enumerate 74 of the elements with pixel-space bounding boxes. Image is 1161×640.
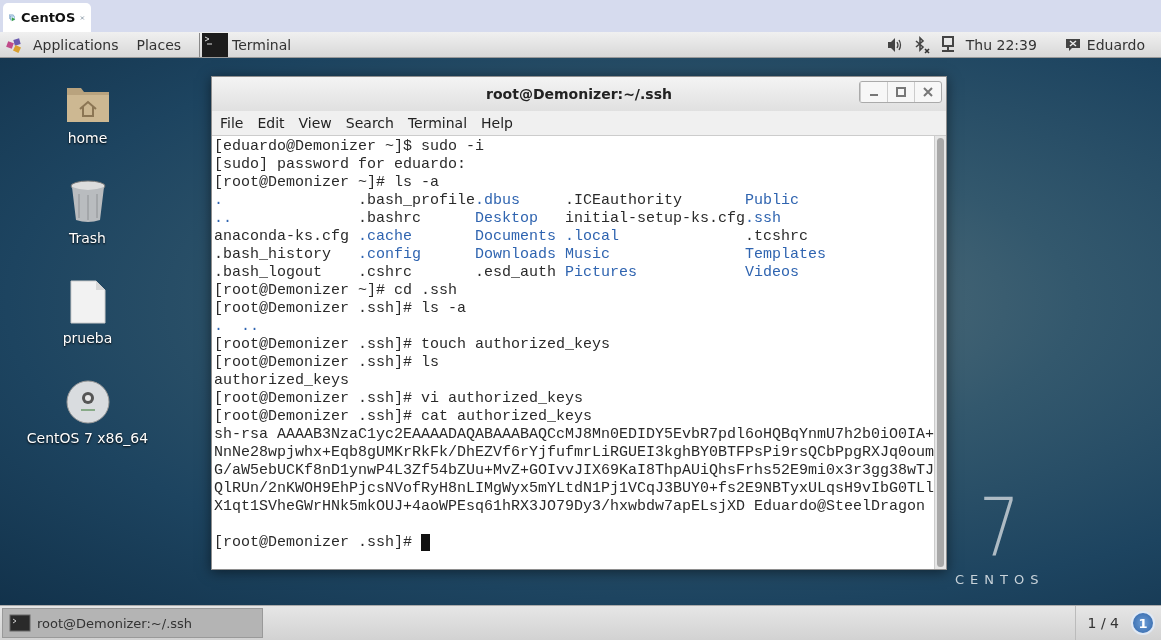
terminal-line: [eduardo@Demonizer ~]$ sudo -i [214, 138, 485, 155]
terminal-line: [root@Demonizer ~]# cd .ssh [214, 282, 458, 299]
terminal-line: [root@Demonizer .ssh]# vi authorized_keys [214, 390, 584, 407]
window-list-button[interactable]: Terminal [199, 32, 292, 57]
directory-name: Videos [745, 264, 801, 282]
logo-wordmark: CENTOS [955, 572, 1045, 587]
window-title: root@Demonizer:~/.ssh [486, 86, 672, 102]
user-menu[interactable]: Eduardo [1086, 36, 1145, 53]
scrollbar[interactable] [934, 136, 946, 569]
menu-item[interactable]: Edit [257, 115, 285, 131]
terminal-line: QlRUn/2nKWOH9EhPjcsNVofRyH8nLIMgWyx5mYLtdN1Pj1VCqJ3BUY0+fs2E9NBTyxULqsH9vIbG0TLl [214, 480, 935, 497]
file-name: .bash_history [214, 246, 333, 264]
trash-can-icon[interactable] [68, 180, 107, 224]
file-name: .cshrc [358, 264, 414, 282]
terminal-line: sh-rsa AAAAB3NzaC1yc2EAAAADAQABAAABAQCcMJ8Mn0EDIDY5EvbR7pdl6oHQBqYnmU7h2b0iO0IA+ [214, 426, 935, 443]
taskbar-button[interactable]: root@Demonizer:~/.ssh [2, 608, 263, 638]
terminal-line: [sudo] password for eduardo: [214, 156, 467, 173]
menu-item[interactable]: View [298, 115, 332, 131]
file-name: .bash_profile [358, 192, 476, 210]
menu-item[interactable]: Help [481, 115, 513, 131]
icon-label[interactable]: prueba [62, 330, 113, 346]
menu-item[interactable]: Terminal [407, 115, 468, 131]
terminal-line: G/aW5ebUCKf8nD1ynwP4L3Zf54bZUu+MvZ+GOIvvJIX69KaI8ThpAUiQhsFrhs52E9mi0x3r3gg38wTJ [214, 462, 935, 479]
directory-name: Desktop [475, 210, 540, 228]
directory-name: Public [745, 192, 801, 210]
vm-tab[interactable]: CentOS [3, 3, 91, 32]
menu-item[interactable]: Search [345, 115, 394, 131]
bluetooth-icon[interactable] [913, 35, 930, 54]
directory-name: .config [358, 246, 423, 264]
file-name: .bashrc [358, 210, 423, 228]
directory-name: .local [565, 228, 621, 246]
file-name: anaconda-ks.cfg [214, 228, 351, 246]
file-name: .esd_auth [475, 264, 558, 282]
file-name: .bash_logout [214, 264, 324, 282]
terminal-line: NnNe28wpjwhx+Eqb8gUMKrRkFk/DhEZVf6rYjfufmrLiRGUEI3kghBY0BTFPsPi9rsQCbPpgRXJq0oum [214, 444, 935, 461]
terminal-line: [root@Demonizer ~]# ls -a [214, 174, 440, 191]
directory-name: . .. [214, 318, 259, 335]
directory-name: .cache [358, 228, 414, 246]
clock[interactable]: Thu 22:39 [965, 36, 1037, 53]
icon-label[interactable]: CentOS 7 x86_64 [26, 430, 149, 446]
panel-menu[interactable]: Applications [33, 36, 119, 53]
panel-menu[interactable]: Places [136, 36, 182, 53]
directory-name: Downloads [475, 246, 558, 264]
directory-name: .dbus [475, 192, 522, 210]
directory-name: Documents [475, 228, 558, 246]
file-name: .ICEauthority [565, 192, 684, 210]
directory-name: Music [565, 246, 612, 264]
terminal-line: [root@Demonizer .ssh]# ls [214, 354, 440, 371]
directory-name: Templates [745, 246, 828, 264]
disc-icon[interactable] [65, 380, 110, 424]
terminal-line: [root@Demonizer .ssh]# cat authorized_keys [214, 408, 593, 425]
directory-name: .. [214, 210, 233, 228]
file-name: .tcshrc [745, 228, 810, 246]
menu-item[interactable]: File [220, 115, 244, 131]
terminal-line: authorized_keys [214, 372, 350, 389]
chat-icon [1064, 36, 1081, 53]
icon-label[interactable]: Trash [69, 230, 106, 246]
file-name: initial-setup-ks.cfg [565, 210, 746, 228]
terminal-line: [root@Demonizer .ssh]# touch authorized_keys [214, 336, 611, 353]
directory-name: . [214, 192, 224, 210]
workspace-indicator[interactable]: 1 / 4 [1074, 605, 1131, 640]
directory-name: .ssh [745, 210, 783, 228]
apps-icon [5, 35, 23, 54]
terminal-line: [root@Demonizer .ssh]# ls -a [214, 300, 467, 317]
icon-label[interactable]: home [67, 130, 108, 146]
shell-prompt: [root@Demonizer .ssh]# [214, 534, 414, 551]
directory-name: Pictures [565, 264, 639, 282]
volume-icon[interactable] [885, 36, 904, 53]
network-icon[interactable] [939, 35, 956, 54]
terminal-icon [9, 614, 31, 632]
logo-numeral: 7 [979, 488, 1021, 568]
terminal-icon [202, 32, 229, 57]
terminal-line: X1qt1SVheGWrHNk5mkOUJ+4aoWPEsq61hRX3JO79Dy3/hxwbdw7apELsjXD Eduardo@SteelDragon [214, 498, 926, 515]
document-icon[interactable] [69, 280, 106, 324]
